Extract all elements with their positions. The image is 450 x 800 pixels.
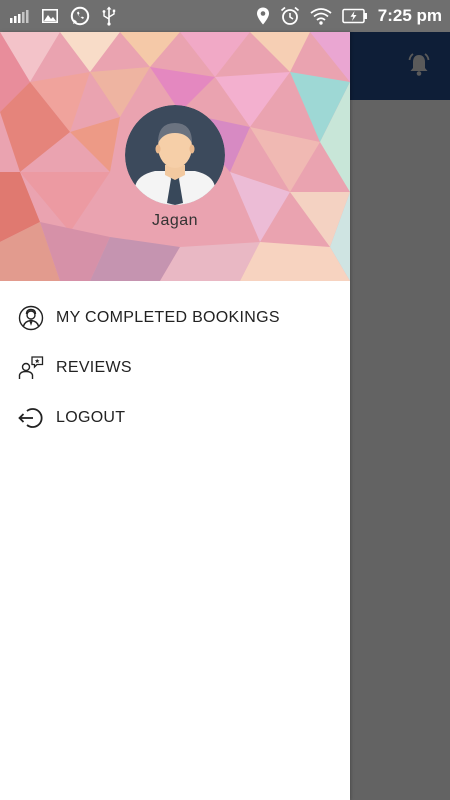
menu-item-completed-bookings[interactable]: MY COMPLETED BOOKINGS	[0, 293, 350, 343]
main-screen-scrim[interactable]	[350, 32, 450, 800]
wifi-icon	[310, 7, 332, 25]
status-left	[0, 6, 116, 26]
whatsapp-icon	[70, 6, 90, 26]
status-right: 7:25 pm	[256, 6, 450, 26]
drawer-header: Jagan	[0, 32, 350, 281]
logout-icon	[18, 405, 44, 431]
navigation-drawer: Jagan MY COMPLETED BOOKINGS REVIEWS LOGO…	[0, 32, 350, 800]
location-icon	[256, 7, 270, 25]
menu-item-reviews[interactable]: REVIEWS	[0, 343, 350, 393]
alarm-icon	[280, 6, 300, 26]
status-time: 7:25 pm	[377, 6, 442, 25]
battery-icon	[341, 8, 368, 24]
signal-icon	[10, 9, 30, 23]
menu-label: LOGOUT	[56, 409, 126, 426]
image-icon	[42, 9, 58, 23]
user-name: Jagan	[151, 212, 199, 229]
menu-label: REVIEWS	[56, 359, 132, 376]
usb-icon	[102, 6, 116, 26]
user-profile-icon	[18, 305, 44, 331]
menu-item-logout[interactable]: LOGOUT	[0, 393, 350, 443]
status-bar: 7:25 pm	[0, 0, 450, 32]
notification-bell-icon[interactable]	[406, 52, 432, 83]
app-bar	[350, 32, 450, 100]
drawer-menu: MY COMPLETED BOOKINGS REVIEWS LOGOUT	[0, 293, 350, 443]
avatar[interactable]	[125, 105, 225, 205]
menu-label: MY COMPLETED BOOKINGS	[56, 309, 280, 326]
reviews-icon	[18, 355, 44, 381]
